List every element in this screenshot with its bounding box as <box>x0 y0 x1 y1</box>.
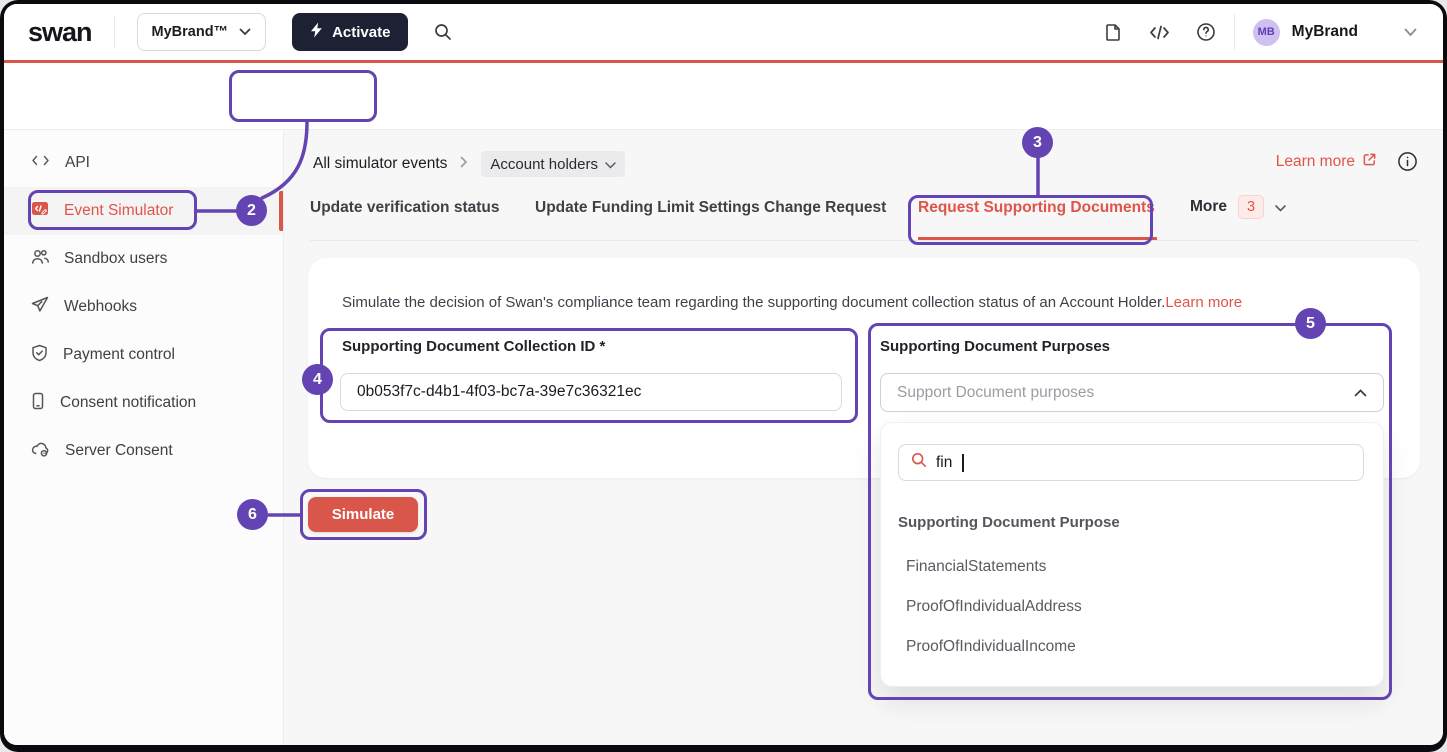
window-frame: swan MyBrand™ Activate <box>0 0 1447 752</box>
tabs-more-dropdown[interactable]: More 3 <box>1190 195 1286 219</box>
collection-id-input[interactable] <box>340 373 842 411</box>
sidebar-item-label: Server Consent <box>65 442 173 460</box>
help-icon[interactable] <box>1196 22 1216 42</box>
activate-button[interactable]: Activate <box>292 13 408 51</box>
sidebar-item-server-consent[interactable]: Server Consent <box>4 427 283 475</box>
code-icon <box>31 153 50 173</box>
chevron-down-icon <box>605 156 616 173</box>
page-actions: Learn more <box>1276 151 1418 172</box>
api-explorer-icon[interactable] <box>1149 24 1170 41</box>
workspace-name: MyBrand™ <box>152 24 229 40</box>
chevron-down-icon <box>239 24 251 40</box>
breadcrumb: All simulator events Account holders <box>313 151 625 177</box>
avatar: MB <box>1253 19 1280 46</box>
purposes-placeholder: Support Document purposes <box>897 384 1354 402</box>
learn-more-label: Learn more <box>1276 153 1355 171</box>
sidebar-item-consent-notification[interactable]: Consent notification <box>4 379 283 427</box>
breadcrumb-separator-icon <box>460 155 468 173</box>
sidebar: API Event Simulator Sandbox users Webhoo… <box>4 130 284 745</box>
app: swan MyBrand™ Activate <box>4 4 1443 745</box>
chevron-down-icon <box>1275 200 1286 215</box>
learn-more-inline-link[interactable]: Learn more <box>1165 294 1242 311</box>
purposes-select[interactable]: Support Document purposes <box>880 373 1384 412</box>
option-proof-of-individual-income[interactable]: ProofOfIndividualIncome <box>906 637 1076 657</box>
sidebar-item-label: Payment control <box>63 346 175 364</box>
search-icon[interactable] <box>434 23 452 41</box>
text-cursor <box>962 454 964 472</box>
workspace-selector[interactable]: MyBrand™ <box>137 13 267 51</box>
sidebar-item-label: Webhooks <box>64 298 137 316</box>
chevron-down-icon <box>1404 28 1417 37</box>
sidebar-item-webhooks[interactable]: Webhooks <box>4 283 283 331</box>
sidebar-item-sandbox-users[interactable]: Sandbox users <box>4 235 283 283</box>
tab-update-verification-status[interactable]: Update verification status <box>310 195 500 221</box>
sidebar-item-payment-control[interactable]: Payment control <box>4 331 283 379</box>
account-name: MyBrand <box>1292 23 1358 41</box>
sidebar-item-label: API <box>65 154 90 172</box>
divider <box>1234 14 1235 50</box>
docs-icon[interactable] <box>1104 23 1123 42</box>
purposes-search-input[interactable]: fin <box>898 444 1364 481</box>
simulate-button[interactable]: Simulate <box>308 497 418 532</box>
breadcrumb-current-dropdown[interactable]: Account holders <box>481 151 625 177</box>
purposes-group-heading: Supporting Document Purpose <box>898 514 1120 531</box>
option-proof-of-individual-address[interactable]: ProofOfIndividualAddress <box>906 597 1082 617</box>
event-simulator-icon <box>31 201 49 222</box>
purposes-dropdown-panel: fin Supporting Document Purpose Financia… <box>880 422 1384 687</box>
breadcrumb-root[interactable]: All simulator events <box>313 155 447 173</box>
send-icon <box>31 296 49 318</box>
top-bar-right: MB MyBrand <box>1104 14 1417 50</box>
main-nav: Data Insights Developers Settings Sandbo… <box>4 63 1443 130</box>
sidebar-item-label: Sandbox users <box>64 250 167 268</box>
option-financial-statements[interactable]: FinancialStatements <box>906 557 1046 577</box>
top-bar: swan MyBrand™ Activate <box>4 4 1443 60</box>
shield-check-icon <box>31 344 48 367</box>
learn-more-link[interactable]: Learn more <box>1276 152 1377 172</box>
form-description: Simulate the decision of Swan's complian… <box>342 294 1242 311</box>
cloud-icon <box>31 441 50 462</box>
collection-id-label: Supporting Document Collection ID * <box>342 338 605 355</box>
account-menu[interactable]: MB MyBrand <box>1253 19 1417 46</box>
search-value: fin <box>936 454 952 472</box>
search-icon <box>911 452 927 473</box>
chevron-up-icon <box>1354 384 1367 402</box>
divider <box>114 16 115 48</box>
tab-update-funding-limit[interactable]: Update Funding Limit Settings Change Req… <box>535 195 886 221</box>
tab-request-supporting-documents[interactable]: Request Supporting Documents <box>918 195 1155 221</box>
swan-logo: swan <box>28 17 92 48</box>
external-link-icon <box>1362 152 1377 172</box>
users-icon <box>31 248 49 270</box>
sidebar-item-api[interactable]: API <box>4 139 283 187</box>
sidebar-item-event-simulator[interactable]: Event Simulator <box>4 187 283 235</box>
info-icon[interactable] <box>1397 151 1418 172</box>
tabs-divider <box>310 240 1418 241</box>
phone-icon <box>31 392 45 415</box>
more-count-badge: 3 <box>1238 195 1264 219</box>
activate-label: Activate <box>332 24 390 41</box>
description-text: Simulate the decision of Swan's complian… <box>342 294 1165 311</box>
purposes-label: Supporting Document Purposes <box>880 338 1110 355</box>
sidebar-item-label: Event Simulator <box>64 202 173 220</box>
lightning-icon <box>310 22 323 42</box>
breadcrumb-current-label: Account holders <box>490 156 598 173</box>
more-label: More <box>1190 198 1227 216</box>
sidebar-item-label: Consent notification <box>60 394 196 412</box>
